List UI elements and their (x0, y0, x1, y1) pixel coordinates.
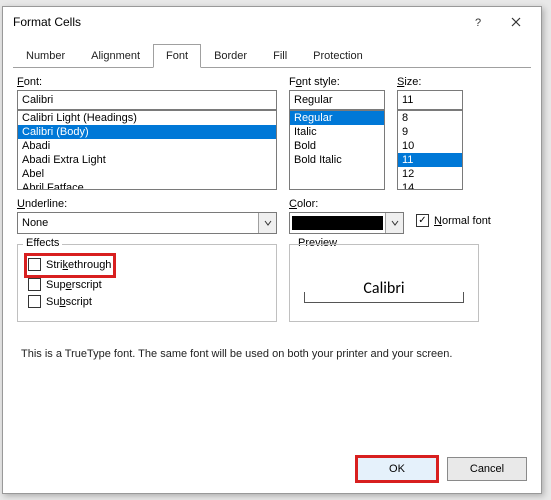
list-item[interactable]: 11 (398, 153, 462, 167)
font-input[interactable] (17, 90, 277, 110)
color-label: Color: (289, 198, 404, 210)
strikethrough-label: Strikethrough (46, 259, 111, 271)
list-item[interactable]: Abadi Extra Light (18, 153, 276, 167)
list-item[interactable]: Calibri (Body) (18, 125, 276, 139)
underline-combo[interactable]: None (17, 212, 277, 234)
list-item[interactable]: Calibri Light (Headings) (18, 111, 276, 125)
normal-font-checkbox[interactable]: Normal font (416, 214, 527, 227)
font-style-label: Font style: (289, 76, 385, 88)
chevron-down-icon[interactable] (258, 213, 276, 233)
normal-font-label: Normal font (434, 215, 491, 227)
dialog-footer: OK Cancel (357, 457, 527, 481)
tab-border[interactable]: Border (201, 44, 260, 68)
checkbox-icon (28, 258, 41, 271)
chevron-down-icon[interactable] (385, 213, 403, 233)
checkbox-icon (28, 295, 41, 308)
list-item[interactable]: Abadi (18, 139, 276, 153)
svg-text:?: ? (475, 17, 481, 27)
ok-button[interactable]: OK (357, 457, 437, 481)
color-swatch (292, 216, 383, 230)
list-item[interactable]: Abel (18, 167, 276, 181)
list-item[interactable]: Regular (290, 111, 384, 125)
tab-font[interactable]: Font (153, 44, 201, 68)
effects-group: Strikethrough Superscript Subscript (17, 244, 277, 322)
dialog-title: Format Cells (13, 15, 459, 29)
checkbox-icon (416, 214, 429, 227)
font-listbox[interactable]: Calibri Light (Headings) Calibri (Body) … (17, 110, 277, 190)
tab-bar: Number Alignment Font Border Fill Protec… (3, 37, 541, 67)
checkbox-icon (28, 278, 41, 291)
strikethrough-checkbox[interactable]: Strikethrough (28, 258, 111, 271)
subscript-label: Subscript (46, 296, 92, 308)
close-button[interactable] (497, 10, 535, 34)
cancel-button[interactable]: Cancel (447, 457, 527, 481)
tab-protection[interactable]: Protection (300, 44, 376, 68)
subscript-checkbox[interactable]: Subscript (28, 295, 268, 308)
list-item[interactable]: 10 (398, 139, 462, 153)
font-style-input[interactable] (289, 90, 385, 110)
superscript-checkbox[interactable]: Superscript (28, 278, 268, 291)
list-item[interactable]: Abril Fatface (18, 181, 276, 190)
size-label: Size: (397, 76, 463, 88)
list-item[interactable]: 8 (398, 111, 462, 125)
tab-fill[interactable]: Fill (260, 44, 300, 68)
list-item[interactable]: Bold (290, 139, 384, 153)
size-input[interactable] (397, 90, 463, 110)
font-hint-text: This is a TrueType font. The same font w… (21, 348, 523, 360)
list-item[interactable]: 12 (398, 167, 462, 181)
size-listbox[interactable]: 8 9 10 11 12 14 (397, 110, 463, 190)
preview-text: Calibri (363, 279, 404, 302)
font-label: Font: (17, 76, 277, 88)
superscript-label: Superscript (46, 279, 102, 291)
help-button[interactable]: ? (459, 10, 497, 34)
effects-group-label: Effects (23, 237, 62, 249)
list-item[interactable]: Bold Italic (290, 153, 384, 167)
font-style-listbox[interactable]: Regular Italic Bold Bold Italic (289, 110, 385, 190)
color-combo[interactable] (289, 212, 404, 234)
list-item[interactable]: 9 (398, 125, 462, 139)
underline-label: Underline: (17, 198, 277, 210)
list-item[interactable]: 14 (398, 181, 462, 190)
tab-number[interactable]: Number (13, 44, 78, 68)
format-cells-dialog: Format Cells ? Number Alignment Font Bor… (2, 6, 542, 494)
tab-alignment[interactable]: Alignment (78, 44, 153, 68)
preview-group: Calibri (289, 244, 479, 322)
titlebar: Format Cells ? (3, 7, 541, 37)
underline-value: None (18, 217, 258, 229)
list-item[interactable]: Italic (290, 125, 384, 139)
